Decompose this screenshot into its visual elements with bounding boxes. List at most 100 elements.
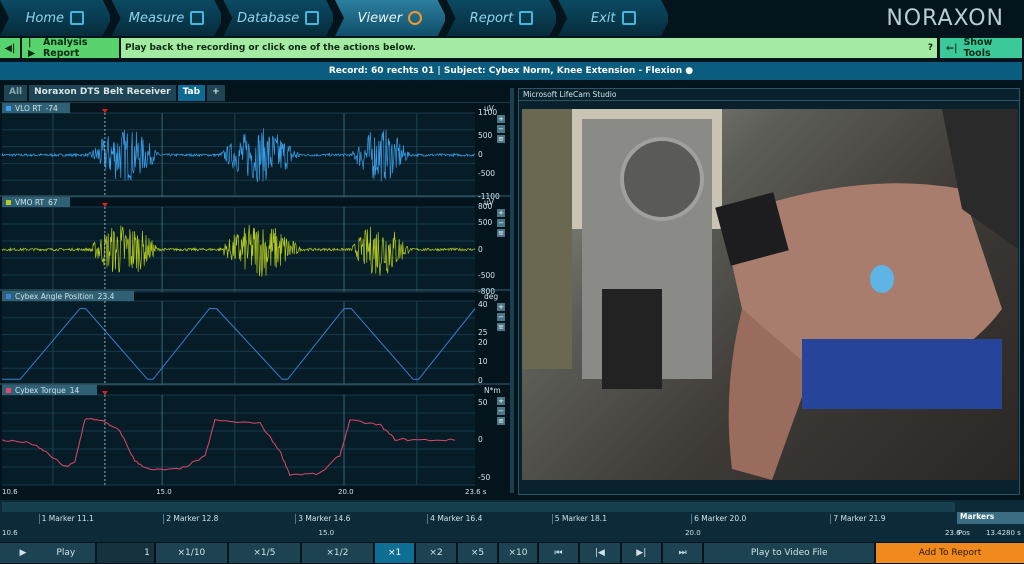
zoom-in-button[interactable]: +: [497, 209, 505, 217]
channel-name: VMO RT: [15, 197, 45, 207]
timeline-scrollbar[interactable]: [2, 502, 955, 512]
plot-area[interactable]: [2, 207, 475, 292]
channel-value: 67: [48, 197, 58, 207]
cursor-marker-icon[interactable]: [101, 203, 108, 207]
menu-button[interactable]: ≡: [497, 417, 505, 425]
plot-area[interactable]: [2, 301, 475, 385]
nav-tab-exit[interactable]: Exit: [558, 0, 671, 36]
menu-button[interactable]: ≡: [497, 323, 505, 331]
marker-item[interactable]: 4 Marker 16.4: [427, 514, 482, 524]
pos-value: 13.4280 s: [986, 529, 1021, 537]
zoom-out-button[interactable]: −: [497, 407, 505, 415]
axis-tick-label: 40: [478, 299, 488, 309]
channel-header: VLO RT -74: [2, 103, 70, 113]
marker-item[interactable]: 1 Marker 11.1: [38, 514, 94, 524]
speed-button[interactable]: ×1/10: [155, 543, 227, 563]
speed-button[interactable]: ×2: [416, 543, 456, 563]
add-tab-button[interactable]: +: [207, 85, 225, 101]
exit-icon: [621, 11, 636, 25]
marker-item[interactable]: 6 Marker 20.0: [691, 514, 746, 524]
tab-dts-belt-receiver[interactable]: Noraxon DTS Belt Receiver: [29, 85, 176, 101]
nav-tab-measure[interactable]: Measure: [111, 0, 224, 36]
video-image: [522, 109, 1018, 480]
nav-tab-label: Exit: [590, 10, 616, 26]
message-text: Play back the recording or click one of …: [125, 43, 416, 53]
marker-item[interactable]: 5 Marker 18.1: [551, 514, 607, 524]
marker-item[interactable]: 3 Marker 14.6: [295, 514, 350, 524]
splitter-handle[interactable]: [510, 88, 514, 493]
signal-plots[interactable]: VLO RT -74 uV 1100 500 0 -500 -1100 + − ≡ VMO RT 67 u…: [0, 102, 512, 500]
step-back-button[interactable]: |◀: [580, 543, 620, 563]
zoom-out-button[interactable]: −: [497, 313, 505, 321]
speed-button[interactable]: ×1/5: [228, 543, 300, 563]
speed-button[interactable]: ×1: [374, 543, 415, 563]
axis-tick-label: 25: [478, 328, 488, 338]
channel-value: 14: [69, 385, 80, 395]
help-button[interactable]: ?: [928, 43, 933, 53]
menu-button[interactable]: ≡: [497, 135, 505, 143]
instruction-message: Play back the recording or click one of …: [121, 38, 937, 58]
zoom-out-button[interactable]: −: [497, 219, 505, 227]
viewer-icon: [408, 11, 423, 25]
axis-tick-label: 800: [478, 202, 493, 211]
nav-tab-label: Database: [237, 10, 300, 26]
speed-button[interactable]: ×1/2: [301, 543, 373, 563]
show-tools-button[interactable]: ←| Show Tools: [940, 37, 1022, 59]
step-forward-button[interactable]: ▶|: [621, 543, 661, 563]
video-title: Microsoft LifeCam Studio: [519, 89, 1019, 101]
channel-header: Cybex Torque 14: [2, 385, 98, 395]
play-button[interactable]: ▶ Play: [0, 543, 95, 563]
axis-tick-label: -500: [478, 271, 496, 281]
zoom-in-button[interactable]: +: [497, 303, 505, 311]
cursor-marker-icon[interactable]: [101, 109, 108, 113]
nav-tab-label: Viewer: [357, 10, 403, 26]
nav-tab-label: Measure: [128, 10, 185, 26]
axis-tick-label: 0: [478, 376, 483, 386]
zoom-out-button[interactable]: −: [497, 125, 505, 133]
timeline-tick-label: 20.0: [685, 529, 701, 537]
x-axis-tick-label: 23.6 s: [465, 488, 487, 496]
play-label: Play: [56, 548, 76, 558]
play-to-video-file-button[interactable]: Play to Video File: [704, 543, 875, 563]
playback-controls: ▶ Play 1 ×1/10 ×1/5 ×1/2 ×1 ×2 ×5 ×10 ⏮ |◀ ▶| ⏭ Pl…: [0, 543, 1024, 563]
skip-start-button[interactable]: ⏮: [538, 543, 579, 563]
back-button[interactable]: ◀|: [0, 38, 20, 58]
skip-end-button[interactable]: ⏭: [663, 543, 703, 563]
speed-button[interactable]: ×5: [457, 543, 498, 563]
axis-tick-label: 50: [478, 397, 488, 407]
report-icon: [519, 11, 534, 25]
axis-tick-label: 0: [478, 244, 483, 254]
marker-item[interactable]: 7 Marker 21.9: [830, 514, 886, 524]
pos-label: Pos: [958, 529, 970, 537]
zoom-in-button[interactable]: +: [497, 397, 505, 405]
play-step-icon: |▶: [28, 37, 36, 59]
x-axis-tick-label: 20.0: [338, 488, 354, 496]
menu-button[interactable]: ≡: [497, 229, 505, 237]
add-to-report-button[interactable]: Add To Report: [876, 543, 1024, 563]
tab-all[interactable]: All: [4, 85, 28, 101]
channel-name: Cybex Angle Position: [15, 291, 94, 301]
plot-area[interactable]: [2, 395, 475, 485]
nav-tab-database[interactable]: Database: [223, 0, 336, 36]
analysis-report-button[interactable]: |▶ Analysis Report: [22, 37, 119, 59]
analysis-report-label: Analysis Report: [42, 37, 88, 59]
nav-tab-home[interactable]: Home: [0, 0, 112, 36]
nav-tab-viewer[interactable]: Viewer: [335, 0, 447, 36]
play-icon: ▶: [19, 548, 27, 558]
zoom-in-button[interactable]: +: [497, 115, 505, 123]
speed-button[interactable]: ×10: [499, 543, 537, 563]
markers-label: Markers: [957, 512, 1024, 524]
axis-tick-label: 10: [478, 357, 488, 367]
cursor-marker-icon[interactable]: [101, 391, 108, 395]
nav-tab-report[interactable]: Report: [446, 0, 559, 36]
marker-timeline[interactable]: 1 Marker 11.1 2 Marker 12.8 3 Marker 14.6 4…: [0, 500, 1024, 542]
plot-canvas[interactable]: [0, 102, 512, 500]
record-title: Record: 60 rechts 01 | Subject: Cybex No…: [0, 62, 1022, 80]
channel-color-icon: [6, 105, 11, 111]
tab-tab[interactable]: Tab: [177, 85, 206, 101]
measure-icon: [190, 11, 205, 25]
frame-input[interactable]: 1: [96, 543, 154, 563]
nav-tab-label: Report: [469, 10, 514, 26]
marker-item[interactable]: 2 Marker 12.8: [163, 514, 218, 524]
channel-value: 23.4: [97, 291, 115, 301]
